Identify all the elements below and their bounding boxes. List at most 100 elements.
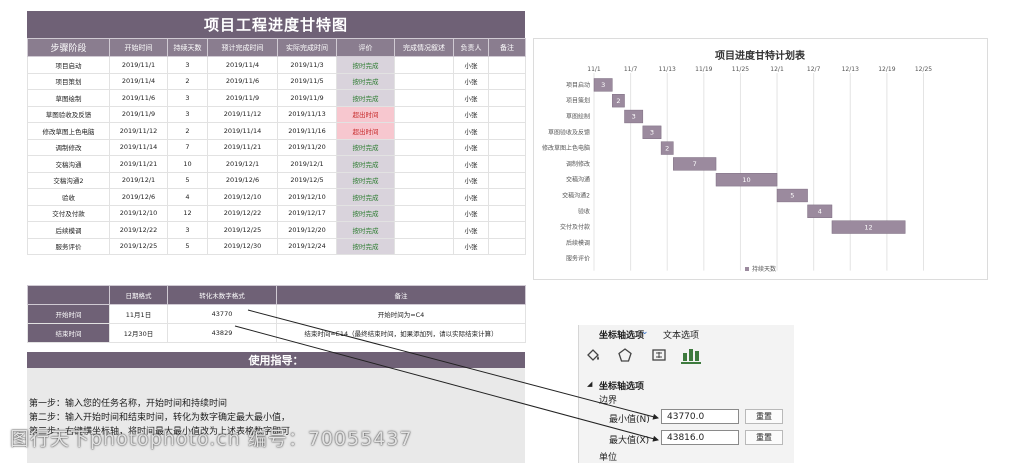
- cell-step[interactable]: 项目启动: [27, 56, 110, 74]
- format-cell-note[interactable]: 结束时间=E14（最终结束时间，如果添加列，请以实际结束计算）: [276, 323, 526, 343]
- cell-note[interactable]: [488, 237, 526, 255]
- cell-planned[interactable]: 2019/12/30: [207, 237, 278, 255]
- cell-actual[interactable]: 2019/12/10: [277, 188, 337, 206]
- cell-start[interactable]: 2019/11/1: [109, 56, 168, 74]
- cell-eval[interactable]: 按时完成: [336, 72, 395, 90]
- cell-start[interactable]: 2019/11/21: [109, 155, 168, 173]
- cell-desc[interactable]: [394, 105, 454, 123]
- cell-eval[interactable]: 按时完成: [336, 155, 395, 173]
- cell-eval[interactable]: 按时完成: [336, 188, 395, 206]
- size-properties-icon[interactable]: [651, 347, 667, 363]
- cell-days[interactable]: 5: [167, 171, 208, 189]
- cell-start[interactable]: 2019/11/6: [109, 89, 168, 107]
- cell-note[interactable]: [488, 122, 526, 140]
- cell-days[interactable]: 3: [167, 89, 208, 107]
- cell-step[interactable]: 后续模调: [27, 221, 110, 239]
- cell-start[interactable]: 2019/12/25: [109, 237, 168, 255]
- cell-days[interactable]: 7: [167, 138, 208, 156]
- cell-start[interactable]: 2019/12/22: [109, 221, 168, 239]
- cell-step[interactable]: 交稿沟通: [27, 155, 110, 173]
- cell-step[interactable]: 交稿沟通2: [27, 171, 110, 189]
- cell-eval[interactable]: 按时完成: [336, 204, 395, 222]
- cell-eval[interactable]: 按时完成: [336, 171, 395, 189]
- cell-owner[interactable]: 小张: [453, 188, 489, 206]
- max-bound-input[interactable]: 43816.0: [661, 430, 739, 445]
- cell-note[interactable]: [488, 221, 526, 239]
- format-cell-note[interactable]: 开始时间为=C4: [276, 304, 526, 324]
- fill-bucket-icon[interactable]: [585, 347, 601, 363]
- cell-desc[interactable]: [394, 188, 454, 206]
- cell-eval[interactable]: 按时完成: [336, 56, 395, 74]
- cell-desc[interactable]: [394, 155, 454, 173]
- cell-days[interactable]: 3: [167, 105, 208, 123]
- cell-eval[interactable]: 按时完成: [336, 138, 395, 156]
- cell-owner[interactable]: 小张: [453, 237, 489, 255]
- format-cell-number[interactable]: 43770: [167, 304, 277, 324]
- cell-actual[interactable]: 2019/11/3: [277, 56, 337, 74]
- cell-eval[interactable]: 按时完成: [336, 237, 395, 255]
- cell-actual[interactable]: 2019/11/9: [277, 89, 337, 107]
- tab-axis-options[interactable]: 坐标轴选项: [599, 328, 644, 341]
- cell-eval[interactable]: 超出时间: [336, 122, 395, 140]
- cell-actual[interactable]: 2019/12/24: [277, 237, 337, 255]
- cell-desc[interactable]: [394, 138, 454, 156]
- cell-desc[interactable]: [394, 72, 454, 90]
- cell-note[interactable]: [488, 138, 526, 156]
- cell-planned[interactable]: 2019/11/9: [207, 89, 278, 107]
- cell-days[interactable]: 3: [167, 221, 208, 239]
- cell-step[interactable]: 修改草图上色电脑: [27, 122, 110, 140]
- cell-start[interactable]: 2019/11/9: [109, 105, 168, 123]
- cell-days[interactable]: 4: [167, 188, 208, 206]
- cell-step[interactable]: 交付及付款: [27, 204, 110, 222]
- cell-days[interactable]: 3: [167, 56, 208, 74]
- cell-owner[interactable]: 小张: [453, 221, 489, 239]
- cell-actual[interactable]: 2019/11/13: [277, 105, 337, 123]
- cell-step[interactable]: 草图绘制: [27, 89, 110, 107]
- cell-planned[interactable]: 2019/12/1: [207, 155, 278, 173]
- bar-chart-options-icon[interactable]: [681, 346, 701, 364]
- format-cell-date[interactable]: 12月30日: [109, 323, 168, 343]
- cell-start[interactable]: 2019/11/4: [109, 72, 168, 90]
- gantt-chart[interactable]: 项目进度甘特计划表 11/1 11/7 11/13 11/19 11/25 12/1 12/7…: [533, 38, 988, 280]
- cell-note[interactable]: [488, 204, 526, 222]
- cell-owner[interactable]: 小张: [453, 204, 489, 222]
- cell-owner[interactable]: 小张: [453, 171, 489, 189]
- cell-note[interactable]: [488, 56, 526, 74]
- format-cell-label[interactable]: 开始时间: [27, 304, 110, 324]
- cell-actual[interactable]: 2019/11/20: [277, 138, 337, 156]
- cell-actual[interactable]: 2019/12/1: [277, 155, 337, 173]
- cell-note[interactable]: [488, 89, 526, 107]
- cell-desc[interactable]: [394, 204, 454, 222]
- cell-note[interactable]: [488, 155, 526, 173]
- cell-days[interactable]: 5: [167, 237, 208, 255]
- cell-planned[interactable]: 2019/12/22: [207, 204, 278, 222]
- cell-planned[interactable]: 2019/11/21: [207, 138, 278, 156]
- axis-options-section[interactable]: 坐标轴选项: [599, 379, 644, 392]
- cell-step[interactable]: 验收: [27, 188, 110, 206]
- cell-desc[interactable]: [394, 221, 454, 239]
- cell-eval[interactable]: 按时完成: [336, 89, 395, 107]
- cell-days[interactable]: 2: [167, 122, 208, 140]
- cell-desc[interactable]: [394, 171, 454, 189]
- cell-owner[interactable]: 小张: [453, 138, 489, 156]
- cell-days[interactable]: 2: [167, 72, 208, 90]
- cell-desc[interactable]: [394, 89, 454, 107]
- min-bound-input[interactable]: 43770.0: [661, 409, 739, 424]
- cell-actual[interactable]: 2019/11/5: [277, 72, 337, 90]
- cell-planned[interactable]: 2019/11/12: [207, 105, 278, 123]
- expand-triangle-icon[interactable]: ◢: [587, 380, 592, 388]
- cell-owner[interactable]: 小张: [453, 105, 489, 123]
- cell-planned[interactable]: 2019/11/6: [207, 72, 278, 90]
- cell-note[interactable]: [488, 72, 526, 90]
- cell-planned[interactable]: 2019/12/25: [207, 221, 278, 239]
- format-cell-label[interactable]: 结束时间: [27, 323, 110, 343]
- cell-desc[interactable]: [394, 122, 454, 140]
- cell-days[interactable]: 12: [167, 204, 208, 222]
- cell-planned[interactable]: 2019/12/6: [207, 171, 278, 189]
- cell-eval[interactable]: 超出时间: [336, 105, 395, 123]
- cell-planned[interactable]: 2019/12/10: [207, 188, 278, 206]
- min-reset-button[interactable]: 重置: [745, 409, 783, 424]
- tab-text-options[interactable]: 文本选项: [663, 328, 699, 341]
- cell-actual[interactable]: 2019/12/5: [277, 171, 337, 189]
- cell-note[interactable]: [488, 105, 526, 123]
